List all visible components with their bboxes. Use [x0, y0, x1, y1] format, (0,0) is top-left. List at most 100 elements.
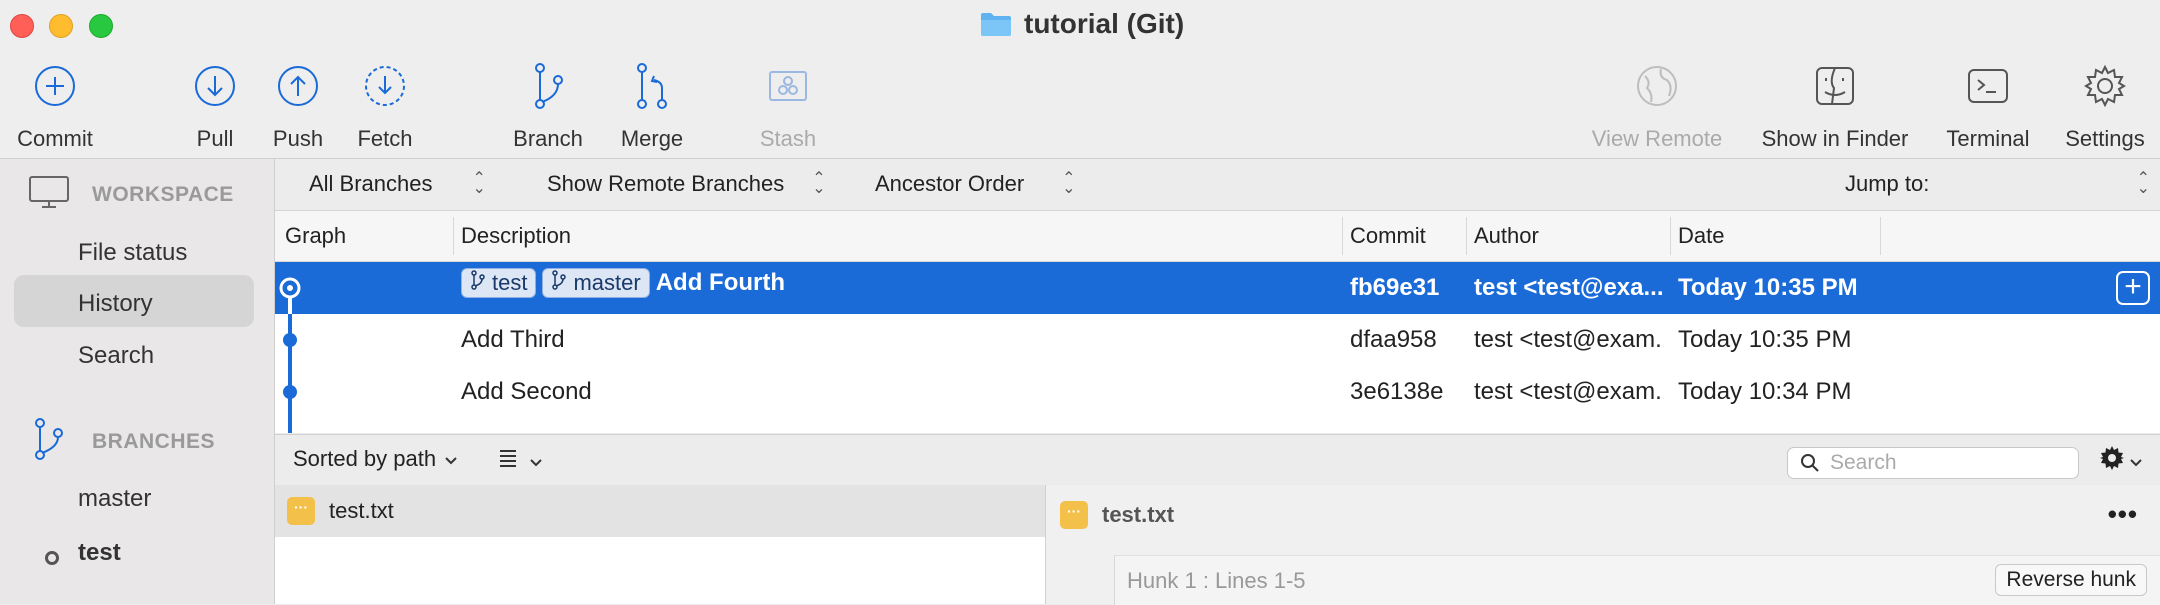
- file-search-field[interactable]: [1787, 447, 2079, 479]
- close-window-button[interactable]: [10, 14, 34, 38]
- column-graph[interactable]: Graph: [285, 223, 346, 249]
- sidebar-branch-test[interactable]: test: [78, 539, 121, 567]
- commit-graph: [279, 277, 301, 433]
- view-mode-select[interactable]: [497, 447, 543, 475]
- column-divider[interactable]: [1466, 217, 1467, 255]
- commit-history-table: Graph Description Commit Author Date tes…: [275, 211, 2160, 433]
- pull-label: Pull: [196, 126, 234, 151]
- list-icon: [497, 447, 519, 475]
- zoom-window-button[interactable]: [89, 14, 113, 38]
- modified-file-icon: ···: [287, 497, 315, 525]
- column-date[interactable]: Date: [1678, 223, 1724, 249]
- sidebar-item-search[interactable]: Search: [78, 342, 154, 370]
- branch-label: Branch: [513, 126, 583, 151]
- merge-button[interactable]: Merge: [587, 58, 717, 152]
- show-in-finder-label: Show in Finder: [1761, 126, 1909, 151]
- updown-chevron-icon: ⌃ ⌄: [1062, 170, 1076, 197]
- reverse-hunk-button[interactable]: Reverse hunk: [1995, 564, 2147, 596]
- merge-icon: [632, 58, 672, 114]
- commit-message: Add Third: [461, 326, 565, 353]
- minimize-window-button[interactable]: [49, 14, 73, 38]
- commit-hash: 3e6138e: [1350, 378, 1444, 405]
- commit-hash: dfaa958: [1350, 326, 1437, 353]
- branch-tag-test[interactable]: test: [461, 268, 537, 298]
- sidebar-branch-master[interactable]: master: [78, 485, 151, 513]
- column-description[interactable]: Description: [461, 223, 571, 249]
- terminal-icon: [1966, 58, 2010, 114]
- order-select[interactable]: Ancestor Order ⌃ ⌄: [875, 171, 1076, 197]
- graph-node: [283, 385, 297, 399]
- stash-label: Stash: [759, 126, 817, 151]
- table-header: Graph Description Commit Author Date: [275, 211, 2160, 262]
- terminal-button[interactable]: Terminal: [1923, 58, 2053, 152]
- branch-icon: [528, 58, 568, 114]
- commit-date: Today 10:34 PM: [1678, 378, 1852, 405]
- commit-row[interactable]: test master Add Fourth fb69e31 test <tes…: [275, 262, 2160, 314]
- arrow-up-circle-icon: [276, 58, 320, 114]
- file-name: test.txt: [329, 498, 394, 523]
- window-title-text: tutorial (Git): [1024, 8, 1185, 39]
- column-divider[interactable]: [1880, 217, 1881, 255]
- settings-label: Settings: [2065, 126, 2145, 151]
- changed-files-list: ··· test.txt: [275, 485, 1046, 604]
- gear-icon: [2099, 445, 2125, 477]
- column-author[interactable]: Author: [1474, 223, 1539, 249]
- column-divider[interactable]: [1670, 217, 1671, 255]
- column-commit[interactable]: Commit: [1350, 223, 1426, 249]
- commit-row[interactable]: Add Second 3e6138e test <test@exam... To…: [275, 366, 2160, 418]
- fetch-button[interactable]: Fetch: [320, 58, 450, 152]
- branch-icon: [470, 270, 486, 296]
- sidebar-item-file-status[interactable]: File status: [78, 239, 187, 267]
- stash-button[interactable]: Stash: [723, 58, 853, 152]
- commit-row[interactable]: Add Third dfaa958 test <test@exam... Tod…: [275, 314, 2160, 366]
- globe-icon: [1635, 58, 1679, 114]
- commit-label: Commit: [17, 126, 93, 151]
- show-in-finder-button[interactable]: Show in Finder: [1745, 58, 1925, 152]
- remote-filter-value: Show Remote Branches: [547, 171, 785, 196]
- merge-label: Merge: [620, 126, 684, 151]
- sidebar-item-history[interactable]: History: [78, 290, 153, 318]
- order-value: Ancestor Order: [875, 171, 1025, 196]
- commit-author: test <test@exam...: [1474, 326, 1664, 353]
- finder-icon: [1813, 58, 1857, 114]
- diff-file-header: ··· test.txt: [1060, 501, 1174, 529]
- jump-to-select[interactable]: Jump to: ⌃ ⌄: [1845, 171, 2150, 197]
- stash-icon: [766, 58, 810, 114]
- search-icon: [1800, 453, 1820, 473]
- branch-icon: [551, 270, 567, 296]
- fetch-icon: [363, 58, 407, 114]
- updown-chevron-icon: ⌃ ⌄: [2136, 170, 2150, 197]
- list-item[interactable]: ··· test.txt: [275, 485, 1045, 537]
- hunk-label: Hunk 1 : Lines 1-5: [1127, 568, 1306, 593]
- chevron-down-icon: [444, 446, 458, 472]
- commit-author: test <test@exa...: [1474, 274, 1664, 301]
- column-divider[interactable]: [453, 217, 454, 255]
- graph-node-head-center: [287, 285, 293, 291]
- history-filter-bar: All Branches ⌃ ⌄ Show Remote Branches ⌃ ⌄ …: [275, 159, 2160, 211]
- commit-hash: fb69e31: [1350, 274, 1440, 301]
- column-divider[interactable]: [1342, 217, 1343, 255]
- sort-select[interactable]: Sorted by path: [293, 446, 458, 472]
- diff-pane: ··· test.txt ••• Hunk 1 : Lines 1-5 Reve…: [1046, 485, 2160, 605]
- gear-icon: [2083, 58, 2127, 114]
- commit-button[interactable]: Commit: [0, 58, 120, 152]
- commit-description-cell: test master Add Fourth: [461, 268, 785, 298]
- folder-icon: [980, 11, 1012, 37]
- remote-filter-select[interactable]: Show Remote Branches ⌃ ⌄: [547, 171, 826, 197]
- branches-header: BRANCHES: [28, 417, 215, 467]
- branch-tag-label: test: [492, 270, 528, 295]
- monitor-icon: [28, 175, 70, 215]
- settings-button[interactable]: Settings: [2040, 58, 2160, 152]
- fetch-label: Fetch: [357, 126, 413, 151]
- view-remote-button[interactable]: View Remote: [1567, 58, 1747, 152]
- add-button[interactable]: +: [2116, 271, 2150, 305]
- push-label: Push: [272, 126, 324, 151]
- branch-tag-master[interactable]: master: [542, 268, 650, 298]
- modified-file-icon: ···: [1060, 501, 1088, 529]
- options-menu-button[interactable]: [2099, 445, 2143, 477]
- search-input[interactable]: [1828, 450, 2062, 476]
- arrow-down-circle-icon: [193, 58, 237, 114]
- branches-filter-select[interactable]: All Branches ⌃ ⌄: [309, 171, 486, 197]
- more-options-icon[interactable]: •••: [2108, 499, 2138, 530]
- title-toolbar: tutorial (Git) Commit Pull Push Fetch Br…: [0, 0, 2160, 159]
